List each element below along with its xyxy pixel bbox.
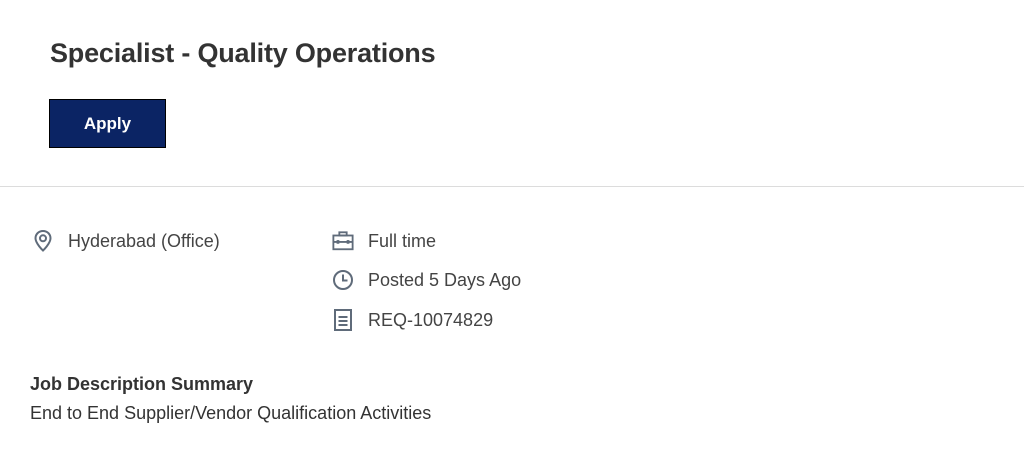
posted-item: Posted 5 Days Ago (332, 268, 521, 292)
requisition-item: REQ-10074829 (332, 308, 493, 332)
document-icon (332, 308, 354, 332)
location-item: Hyderabad (Office) (32, 229, 220, 253)
divider (0, 186, 1024, 187)
job-title: Specialist - Quality Operations (50, 38, 436, 68)
summary-heading: Job Description Summary (30, 374, 254, 394)
requisition-text: REQ-10074829 (368, 309, 494, 330)
apply-button[interactable]: Apply (49, 99, 166, 148)
time-type-text: Full time (368, 230, 437, 251)
posted-text: Posted 5 Days Ago (368, 269, 522, 290)
location-pin-icon (32, 229, 54, 253)
briefcase-icon (332, 229, 354, 253)
summary-text: End to End Supplier/Vendor Qualification… (30, 403, 432, 423)
clock-icon (332, 268, 354, 292)
location-text: Hyderabad (Office) (68, 230, 220, 251)
time-type-item: Full time (332, 229, 436, 253)
